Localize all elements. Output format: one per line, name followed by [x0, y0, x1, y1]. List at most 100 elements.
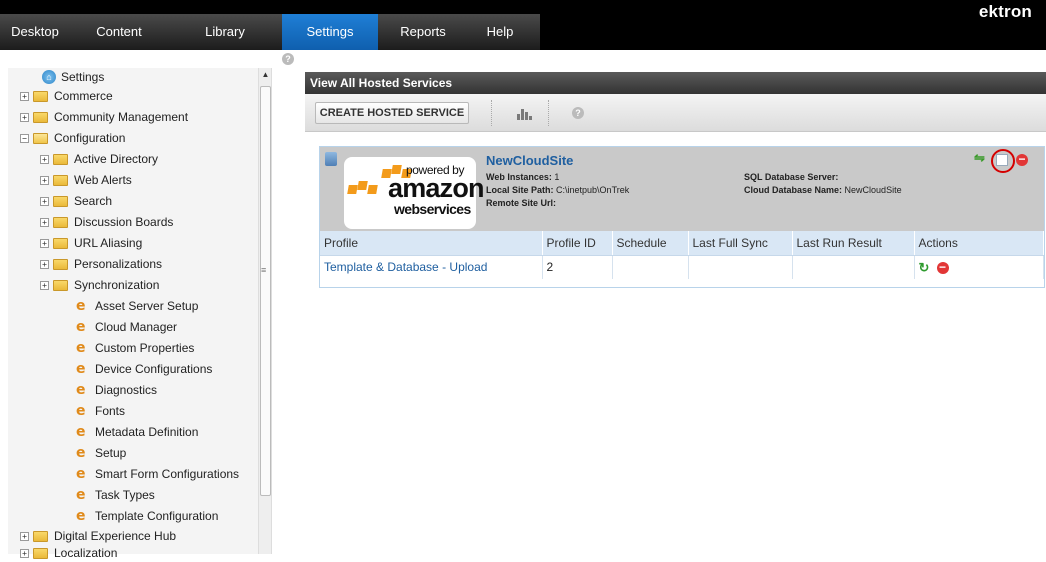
sidebar-item-personalizations[interactable]: + Personalizations [40, 255, 162, 273]
toolbar-divider [548, 100, 549, 126]
tree-root-label: Settings [61, 70, 105, 84]
actions-cell: ↻ − [914, 255, 1044, 279]
expand-icon[interactable]: + [40, 175, 49, 185]
collapse-icon[interactable]: − [20, 133, 29, 143]
col-profile: Profile [320, 231, 543, 256]
cloud-database-name: Cloud Database Name: NewCloudSite [744, 185, 902, 195]
tab-library[interactable]: Library [168, 14, 282, 50]
sidebar-item-label: Web Alerts [74, 173, 132, 187]
bar-chart-icon[interactable] [517, 106, 532, 120]
tree-root-settings[interactable]: ⌂ Settings [42, 68, 104, 86]
remote-site-url: Remote Site Url: [486, 198, 557, 208]
tab-desktop[interactable]: Desktop [0, 14, 70, 50]
expand-icon[interactable]: + [20, 531, 29, 541]
last-full-sync-cell [688, 255, 793, 279]
sidebar-item-label: URL Aliasing [74, 236, 143, 250]
sidebar-item-label: Template Configuration [95, 509, 219, 523]
sidebar-item-smart-form-configurations[interactable]: e Smart Form Configurations [76, 465, 239, 483]
sidebar-item-commerce[interactable]: + Commerce [20, 87, 113, 105]
create-hosted-service-button[interactable]: CREATE HOSTED SERVICE [315, 102, 469, 124]
folder-icon [53, 153, 68, 165]
sidebar-item-community-management[interactable]: + Community Management [20, 108, 188, 126]
top-navigation-bar: Desktop Content Library Settings Reports… [0, 0, 1046, 50]
sync-arrows-icon[interactable]: ⇋ [974, 150, 985, 166]
web-instances: Web Instances: 1 [486, 172, 560, 182]
ektron-page-icon: e [76, 466, 86, 482]
col-last-run-result: Last Run Result [792, 231, 915, 256]
highlight-circle [991, 149, 1015, 173]
profile-id-cell: 2 [542, 255, 613, 279]
sidebar-item-label: Configuration [54, 131, 126, 145]
main-panel: View All Hosted Services CREATE HOSTED S… [305, 72, 1046, 554]
sidebar-item-custom-properties[interactable]: e Custom Properties [76, 339, 194, 357]
ektron-page-icon: e [76, 382, 86, 398]
expand-icon[interactable]: + [40, 280, 49, 290]
sidebar-item-diagnostics[interactable]: e Diagnostics [76, 381, 157, 399]
ektron-page-icon: e [76, 424, 86, 440]
scrollbar-thumb[interactable] [260, 86, 271, 496]
folder-icon [33, 530, 48, 542]
sidebar-item-asset-server-setup[interactable]: e Asset Server Setup [76, 297, 198, 315]
expand-icon[interactable]: + [20, 91, 29, 101]
expand-icon[interactable]: + [40, 196, 49, 206]
profiles-table: Profile Profile ID Schedule Last Full Sy… [320, 231, 1044, 279]
sidebar-item-label: Synchronization [74, 278, 160, 292]
table-row: Template & Database - Upload 2 ↻ − [320, 255, 1044, 279]
sidebar-item-localization[interactable]: + Localization [20, 544, 117, 562]
sidebar-item-task-types[interactable]: e Task Types [76, 486, 155, 504]
sidebar-item-device-configurations[interactable]: e Device Configurations [76, 360, 212, 378]
amazon-web-services-logo: powered by amazon webservices [344, 157, 485, 229]
site-name-link[interactable]: NewCloudSite [486, 153, 573, 168]
toolbar-help-icon[interactable]: ? [572, 107, 584, 119]
sidebar-item-setup[interactable]: e Setup [76, 444, 126, 462]
expand-icon[interactable]: + [40, 154, 49, 164]
aws-logo-webservices: webservices [394, 201, 471, 217]
sidebar-item-cloud-manager[interactable]: e Cloud Manager [76, 318, 177, 336]
sidebar-item-metadata-definition[interactable]: e Metadata Definition [76, 423, 198, 441]
delete-site-icon[interactable]: − [1016, 153, 1028, 166]
sidebar-item-search[interactable]: + Search [40, 192, 112, 210]
tab-content[interactable]: Content [70, 14, 168, 50]
site-settings-icon[interactable] [325, 152, 337, 166]
main-tabs: Desktop Content Library Settings Reports… [0, 14, 532, 50]
sidebar-item-label: Smart Form Configurations [95, 467, 240, 481]
page-title: View All Hosted Services [305, 72, 1046, 94]
sidebar-item-web-alerts[interactable]: + Web Alerts [40, 171, 132, 189]
sidebar-item-label: Device Configurations [95, 362, 213, 376]
aws-cubes-icon [347, 181, 378, 195]
expand-icon[interactable]: + [40, 238, 49, 248]
sidebar-item-digital-experience-hub[interactable]: + Digital Experience Hub [20, 527, 176, 545]
delete-profile-icon[interactable]: − [936, 261, 949, 274]
expand-icon[interactable]: + [20, 548, 29, 558]
tab-help[interactable]: Help [468, 14, 532, 50]
sidebar-item-active-directory[interactable]: + Active Directory [40, 150, 158, 168]
sidebar-item-label: Metadata Definition [95, 425, 199, 439]
sidebar-item-template-configuration[interactable]: e Template Configuration [76, 507, 218, 525]
sidebar-item-label: Task Types [95, 488, 155, 502]
expand-icon[interactable]: + [20, 112, 29, 122]
toolbar: CREATE HOSTED SERVICE ? [305, 94, 1046, 132]
sidebar-item-label: Diagnostics [95, 383, 158, 397]
folder-icon [33, 547, 48, 559]
sidebar-item-discussion-boards[interactable]: + Discussion Boards [40, 213, 173, 231]
sidebar-item-label: Personalizations [74, 257, 163, 271]
folder-icon [53, 237, 68, 249]
ektron-page-icon: e [76, 298, 86, 314]
header-right-block [880, 26, 1046, 50]
help-icon[interactable]: ? [282, 53, 294, 65]
expand-icon[interactable]: + [40, 217, 49, 227]
sidebar-item-label: Community Management [54, 110, 189, 124]
sidebar-item-url-aliasing[interactable]: + URL Aliasing [40, 234, 142, 252]
sidebar-item-label: Digital Experience Hub [54, 529, 177, 543]
sidebar-scrollbar[interactable]: ▲ ≡ [258, 68, 271, 554]
sidebar-item-fonts[interactable]: e Fonts [76, 402, 125, 420]
sidebar-item-synchronization[interactable]: + Synchronization [40, 276, 159, 294]
profile-name-link[interactable]: Template & Database - Upload [320, 255, 543, 279]
scroll-up-arrow-icon[interactable]: ▲ [259, 68, 272, 82]
sidebar-item-configuration[interactable]: − Configuration [20, 129, 125, 147]
tab-reports[interactable]: Reports [378, 14, 468, 50]
tab-settings[interactable]: Settings [282, 14, 378, 50]
sync-profile-icon[interactable]: ↻ [919, 260, 930, 276]
sidebar-item-label: Commerce [54, 89, 113, 103]
expand-icon[interactable]: + [40, 259, 49, 269]
